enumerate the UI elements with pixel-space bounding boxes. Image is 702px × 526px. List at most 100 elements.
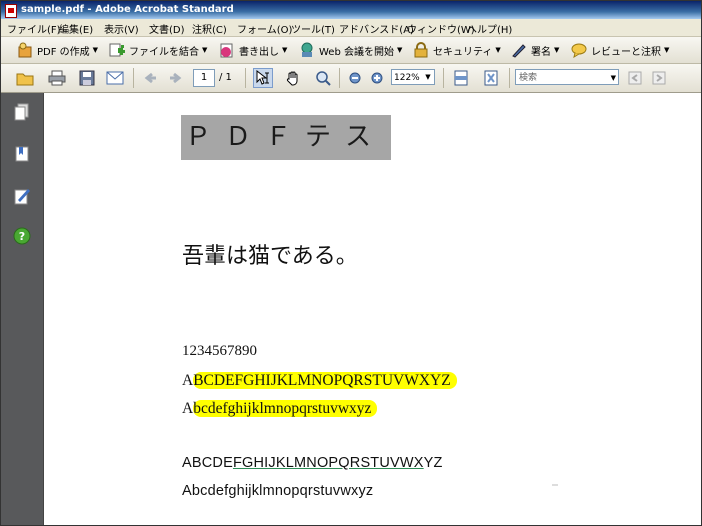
menu-file[interactable]: ファイル(F) — [7, 21, 61, 36]
toolbar-separator — [245, 68, 246, 88]
sans-caps-part-a: ABCDE — [182, 455, 233, 471]
fit-width-button[interactable] — [451, 68, 471, 88]
menu-document[interactable]: 文書(D) — [149, 21, 185, 36]
web-meeting-button[interactable]: Web 会議を開始 ▼ — [299, 40, 402, 60]
toolbar-separator — [443, 68, 444, 88]
search-input[interactable]: 検索 ▼ — [515, 69, 619, 85]
open-button[interactable] — [15, 68, 35, 88]
create-pdf-label: PDF の作成 — [37, 46, 90, 58]
sans-uppercase-line: ABCDEFGHIJKLMNOPQRSTUVWXYZ — [182, 455, 443, 471]
envelope-icon — [106, 71, 124, 85]
navigation-panel: ? — [1, 93, 44, 525]
hand-tool-button[interactable] — [283, 68, 303, 88]
lock-icon — [413, 42, 429, 58]
zoom-out-icon — [349, 72, 361, 84]
create-pdf-button[interactable]: PDF の作成 ▼ — [17, 40, 98, 60]
arrow-left-icon — [144, 72, 156, 84]
save-button[interactable] — [77, 68, 97, 88]
full-screen-button[interactable] — [481, 68, 501, 88]
dropdown-arrow-icon: ▼ — [554, 46, 560, 54]
digits-line: 1234567890 — [182, 343, 257, 359]
signature-pen-icon — [14, 189, 30, 205]
zoom-in-button[interactable] — [367, 68, 387, 88]
folder-icon — [16, 73, 34, 86]
pen-icon — [511, 42, 527, 58]
menu-help[interactable]: ヘルプ(H) — [467, 21, 512, 36]
sign-label: 署名 — [531, 46, 551, 58]
japanese-text-line: 吾輩は猫である。 — [182, 244, 358, 269]
help-icon: ? — [13, 227, 31, 245]
dropdown-arrow-icon: ▼ — [495, 46, 501, 54]
acrobat-window: sample.pdf - Adobe Acrobat Standard ファイル… — [0, 0, 702, 526]
signatures-panel-button[interactable] — [13, 187, 31, 205]
search-next-icon — [652, 71, 666, 85]
lowercase-highlighted-text: bcdefghijklmnopqrstuvwxyz — [193, 400, 378, 417]
dropdown-arrow-icon: ▼ — [664, 46, 670, 54]
zoom-level-value: 122% — [394, 73, 420, 83]
menu-tools[interactable]: ツール(T) — [291, 21, 335, 36]
search-previous-button[interactable] — [625, 68, 645, 88]
pages-panel-button[interactable] — [13, 103, 31, 121]
page-total: / 1 — [219, 72, 232, 83]
help-panel-button[interactable]: ? — [13, 227, 31, 245]
sans-caps-part-c: YZ — [423, 455, 443, 471]
uppercase-highlighted-text: BCDEFGHIJKLMNOPQRSTUVWXYZ — [193, 372, 457, 389]
menu-edit[interactable]: 編集(E) — [59, 21, 93, 36]
svg-text:?: ? — [19, 230, 25, 243]
dropdown-arrow-icon: ▼ — [282, 46, 288, 54]
review-comment-button[interactable]: レビューと注釈 ▼ — [571, 40, 669, 60]
fit-page-icon — [454, 70, 468, 86]
dropdown-arrow-icon: ▼ — [396, 46, 403, 54]
combine-files-label: ファイルを結合 — [129, 46, 199, 58]
export-button[interactable]: 書き出し ▼ — [219, 40, 287, 60]
lowercase-line: Abcdefghijklmnopqrstuvwxyz — [182, 400, 378, 418]
zoom-in-icon — [371, 72, 383, 84]
zoom-level-select[interactable]: 122% ▼ — [391, 69, 435, 85]
navigation-toolbar: 1 / 1 122% ▼ 検索 ▼ — [1, 64, 701, 93]
zoom-tool-button[interactable] — [313, 68, 333, 88]
dropdown-arrow-icon: ▼ — [92, 46, 99, 54]
bookmarks-panel-button[interactable] — [13, 145, 31, 163]
page-number-input[interactable]: 1 — [193, 69, 215, 87]
uppercase-first-letter: A — [182, 372, 194, 389]
search-placeholder: 検索 — [519, 73, 538, 83]
export-label: 書き出し — [239, 46, 279, 58]
page-speck — [552, 484, 558, 486]
combine-files-button[interactable]: ファイルを結合 ▼ — [109, 40, 207, 60]
menu-forms[interactable]: フォーム(O) — [237, 21, 292, 36]
search-next-button[interactable] — [649, 68, 669, 88]
export-icon — [219, 42, 235, 58]
menu-window[interactable]: ウィンドウ(W) — [407, 21, 475, 36]
menu-view[interactable]: 表示(V) — [104, 21, 139, 36]
pages-icon — [14, 103, 29, 121]
sign-button[interactable]: 署名 ▼ — [511, 40, 559, 60]
print-button[interactable] — [47, 68, 67, 88]
disk-icon — [79, 70, 95, 86]
text-select-cursor-icon — [256, 70, 269, 85]
chevron-down-icon: ▼ — [425, 73, 431, 81]
title-bar: sample.pdf - Adobe Acrobat Standard — [1, 1, 701, 19]
next-page-button[interactable] — [165, 68, 185, 88]
security-label: セキュリティ — [433, 46, 493, 58]
email-button[interactable] — [105, 68, 125, 88]
web-meeting-label: Web 会議を開始 — [319, 46, 394, 58]
review-comment-icon — [571, 42, 587, 59]
search-prev-icon — [628, 71, 642, 85]
dropdown-arrow-icon: ▼ — [202, 46, 208, 54]
menu-bar: ファイル(F) 編集(E) 表示(V) 文書(D) 注釈(C) フォーム(O) … — [1, 19, 701, 37]
uppercase-line: ABCDEFGHIJKLMNOPQRSTUVWXYZ — [182, 372, 457, 390]
zoom-out-button[interactable] — [345, 68, 365, 88]
combine-files-icon — [109, 42, 125, 58]
arrow-right-icon — [170, 72, 182, 84]
previous-page-button[interactable] — [141, 68, 161, 88]
toolbar-separator — [339, 68, 340, 88]
document-page[interactable]: ＰＤＦテスト 吾輩は猫である。 1234567890 ABCDEFGHIJKLM… — [44, 93, 701, 525]
menu-comments[interactable]: 注釈(C) — [192, 21, 227, 36]
printer-icon — [48, 70, 66, 86]
review-comment-label: レビューと注釈 — [591, 46, 661, 58]
menu-advanced[interactable]: アドバンスド(A) — [339, 21, 414, 36]
expand-icon — [484, 70, 498, 86]
toolbar-separator — [133, 68, 134, 88]
select-tool-button[interactable] — [253, 68, 273, 88]
security-button[interactable]: セキュリティ ▼ — [413, 40, 501, 60]
